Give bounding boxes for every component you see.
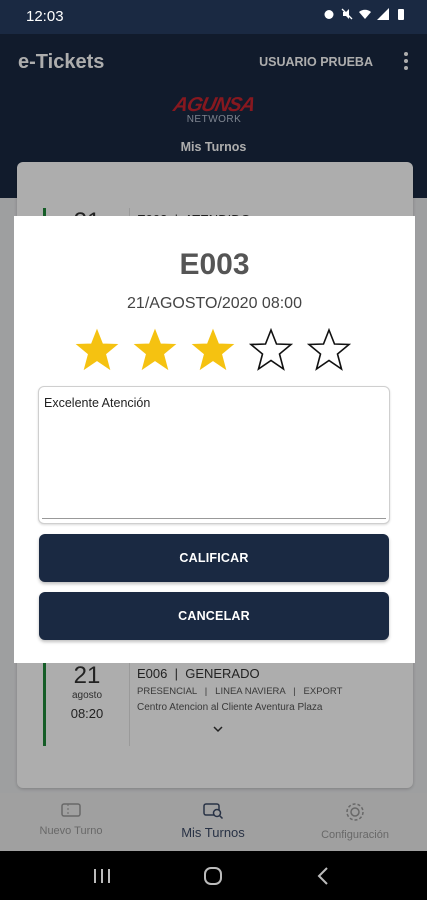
star-rating[interactable]: [75, 328, 355, 372]
battery-icon: [398, 9, 404, 20]
star-empty-icon[interactable]: [249, 328, 293, 372]
dialog-datetime: 21/AGOSTO/2020 08:00: [127, 295, 302, 312]
star-empty-icon[interactable]: [307, 328, 351, 372]
status-time: 12:03: [26, 8, 64, 25]
status-bar: 12:03: [0, 0, 427, 34]
dialog-ticket-code: E003: [179, 248, 250, 281]
star-filled-icon[interactable]: [133, 328, 177, 372]
wifi-icon: [359, 9, 371, 19]
back-icon[interactable]: [316, 866, 330, 886]
mute-icon: [341, 8, 353, 20]
star-filled-icon[interactable]: [191, 328, 235, 372]
system-nav-bar: [0, 851, 427, 900]
comment-input[interactable]: Excelente Atención: [38, 386, 390, 524]
alarm-icon: [324, 10, 334, 19]
rating-dialog: E003 21/AGOSTO/2020 08:00 Excelente Aten…: [14, 216, 415, 663]
star-filled-icon[interactable]: [75, 328, 119, 372]
home-icon[interactable]: [203, 866, 223, 886]
recent-apps-icon[interactable]: [92, 867, 112, 885]
calificar-button[interactable]: CALIFICAR: [39, 534, 389, 582]
status-icons: [323, 8, 407, 20]
cancelar-button[interactable]: CANCELAR: [39, 592, 389, 640]
signal-icon: [377, 8, 389, 20]
comment-underline: [42, 518, 386, 519]
